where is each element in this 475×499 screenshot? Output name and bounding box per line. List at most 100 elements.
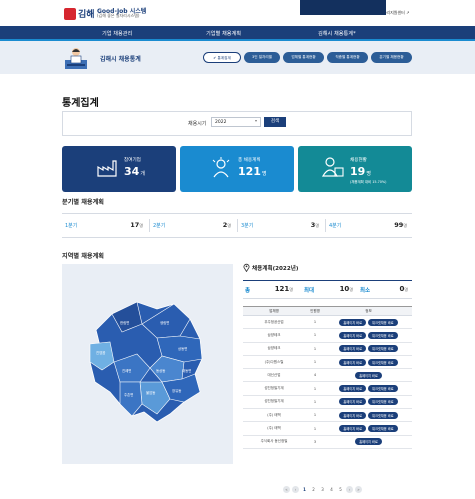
- homepage-button[interactable]: 홈페이지 바로: [339, 425, 367, 433]
- homepage-button[interactable]: 홈페이지 바로: [355, 371, 382, 379]
- card-label: 참여기업: [124, 158, 141, 163]
- page-4[interactable]: 4: [328, 486, 335, 493]
- map-label[interactable]: 진례면: [122, 368, 131, 373]
- pagination: «‹ 1 2 3 4 5 ›»: [283, 476, 383, 493]
- table-row: 우주정공산업 1 홈페이지 바로 워크넷채용 바로: [243, 315, 412, 330]
- homepage-button[interactable]: 홈페이지 바로: [339, 385, 367, 393]
- stat-value-min: 0명: [399, 285, 408, 293]
- map-label[interactable]: 생림면: [160, 320, 169, 325]
- tab-by-occupation[interactable]: 직종별 통계현황: [327, 52, 368, 63]
- worker-illustration-icon: [65, 48, 87, 69]
- homepage-button[interactable]: 홈페이지 바로: [339, 398, 367, 406]
- gimhae-map-icon: [89, 301, 203, 423]
- tab-by-company[interactable]: 업체별 통계현황: [283, 52, 324, 63]
- cell-count: 1: [305, 328, 325, 343]
- map-label[interactable]: 대동면: [182, 368, 191, 373]
- person-icon: [212, 157, 230, 178]
- worknet-button[interactable]: 워크넷채용 바로: [368, 411, 398, 419]
- cell-info: 홈페이지 바로 워크넷채용 바로: [325, 328, 412, 343]
- worknet-button[interactable]: 워크넷채용 바로: [368, 318, 398, 326]
- card-value: 34개: [124, 165, 145, 178]
- map-label[interactable]: 진영읍: [96, 350, 105, 355]
- worknet-button[interactable]: 워크넷채용 바로: [368, 398, 398, 406]
- region-map: 진영읍 한림면 생림면 상동면 진례면 대동면 주촌면 동상동 불암동 장유동: [62, 264, 233, 464]
- next-page-button[interactable]: ›: [346, 486, 353, 493]
- nav-item-company-plan[interactable]: 기업별 채용계획: [206, 30, 241, 37]
- cell-info: 홈페이지 바로 워크넷채용 바로: [325, 421, 412, 436]
- cell-count: 1: [305, 342, 325, 356]
- cell-company: (주)다원스틸: [243, 355, 305, 370]
- page-5[interactable]: 5: [337, 486, 344, 493]
- cell-count: 1: [305, 315, 325, 330]
- page-3[interactable]: 3: [319, 486, 326, 493]
- card-hiring-status: 채용현황 19명 (채용계획 대비 15.70%): [298, 146, 412, 192]
- table-row: 삼양테크 1 홈페이지 바로 워크넷채용 바로: [243, 342, 412, 356]
- map-label[interactable]: 상동면: [178, 346, 187, 351]
- prev-page-button[interactable]: ‹: [292, 486, 299, 493]
- stat-value-total: 121명: [274, 285, 293, 293]
- table-row: (주) 태백 1 홈페이지 바로 워크넷채용 바로: [243, 408, 412, 423]
- page-title: 통계집계: [62, 98, 99, 109]
- year-select[interactable]: 2022: [211, 117, 261, 127]
- worknet-button[interactable]: 워크넷채용 바로: [368, 358, 398, 366]
- map-label[interactable]: 한림면: [120, 320, 129, 325]
- homepage-button[interactable]: 홈페이지 바로: [339, 331, 367, 339]
- chevron-down-icon: ▾: [255, 118, 258, 123]
- table-header-row: 업체명 인원명 정보: [243, 306, 412, 316]
- logo-text[interactable]: 김해: [78, 7, 95, 20]
- tab-by-job[interactable]: 3인 일자리별: [244, 52, 280, 63]
- quarter-item: 3분기 3명: [241, 221, 319, 229]
- search-button[interactable]: 검색: [264, 117, 286, 127]
- table-row: 삼양테크 1 홈페이지 바로 워크넷채용 바로: [243, 328, 412, 343]
- cell-company: (주) 태백: [243, 408, 305, 423]
- logo-mark-icon[interactable]: [64, 8, 76, 20]
- table-row: (주) 태백 1 홈페이지 바로 워크넷채용 바로: [243, 421, 412, 436]
- worknet-button[interactable]: 워크넷채용 바로: [368, 345, 398, 353]
- homepage-button[interactable]: 홈페이지 바로: [355, 438, 382, 446]
- worknet-button[interactable]: 워크넷채용 바로: [368, 385, 398, 393]
- table-row: (주)다원스틸 1 홈페이지 바로 워크넷채용 바로: [243, 355, 412, 370]
- stat-label-total: 총: [245, 288, 251, 294]
- homepage-button[interactable]: 홈페이지 바로: [339, 345, 367, 353]
- filter-label: 채용시기: [188, 121, 207, 127]
- cell-company: 성진정밀기계: [243, 395, 305, 410]
- map-label[interactable]: 주촌면: [124, 392, 133, 397]
- card-participating-companies: 참여기업 34개: [62, 146, 176, 192]
- nav-active-bg: [300, 0, 386, 15]
- cell-info: 홈페이지 바로 워크넷채용 바로: [325, 355, 412, 370]
- homepage-button[interactable]: 홈페이지 바로: [339, 358, 367, 366]
- cell-info: 홈페이지 바로: [325, 368, 412, 383]
- last-page-button[interactable]: »: [355, 486, 362, 493]
- page-1[interactable]: 1: [301, 486, 308, 493]
- cell-company: 주식회사 동신정밀: [243, 435, 305, 449]
- card-label: 채용현황: [350, 158, 367, 163]
- card-value: 121명: [238, 165, 267, 178]
- tab-by-quarter[interactable]: 분기별 채용현황: [371, 52, 412, 63]
- cell-info: 홈페이지 바로 워크넷채용 바로: [325, 395, 412, 410]
- company-table: 업체명 인원명 정보 우주정공산업 1 홈페이지 바로 워크넷채용 바로 삼양테크 1 홈페…: [243, 306, 412, 449]
- quarter-item: 1분기 17명: [65, 221, 143, 229]
- tab-stats-summary[interactable]: ✔ 통계집계: [203, 52, 241, 63]
- cell-company: (주) 태백: [243, 421, 305, 436]
- homepage-button[interactable]: 홈페이지 바로: [339, 318, 367, 326]
- col-count: 인원명: [305, 306, 325, 316]
- table-row: 성진정밀기계 1 홈페이지 바로 워크넷채용 바로: [243, 381, 412, 396]
- nav-item-city-stats[interactable]: 김해시 채용통계*: [318, 30, 356, 37]
- worknet-button[interactable]: 워크넷채용 바로: [368, 425, 398, 433]
- table-row: 대신산업 4 홈페이지 바로: [243, 368, 412, 383]
- logo-subtitle: (김해 좋은 일자리시스템): [97, 13, 140, 18]
- cell-info: 홈페이지 바로 워크넷채용 바로: [325, 381, 412, 396]
- card-label: 총 채용계획: [238, 158, 261, 163]
- first-page-button[interactable]: «: [283, 486, 290, 493]
- map-label[interactable]: 불암동: [146, 390, 155, 395]
- page-2[interactable]: 2: [310, 486, 317, 493]
- map-label[interactable]: 장유동: [172, 388, 181, 393]
- nav-item-company-recruit[interactable]: 기업 채용관리: [102, 30, 132, 37]
- sub-header-title: 김해시 채용통계: [100, 56, 141, 63]
- cell-company: 우주정공산업: [243, 315, 305, 330]
- worknet-button[interactable]: 워크넷채용 바로: [368, 331, 398, 339]
- col-company: 업체명: [243, 306, 305, 316]
- homepage-button[interactable]: 홈페이지 바로: [339, 411, 367, 419]
- cell-info: 홈페이지 바로: [325, 435, 412, 449]
- map-label[interactable]: 동상동: [156, 368, 165, 373]
